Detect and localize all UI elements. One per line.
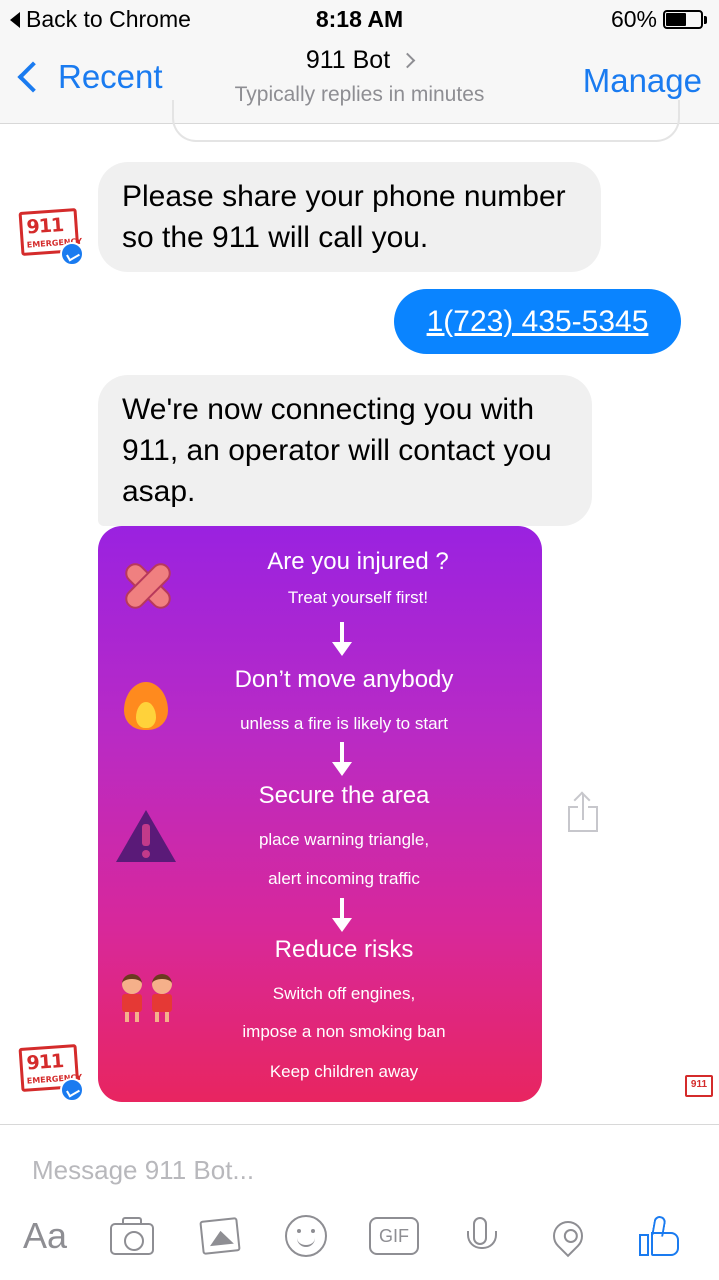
bot-avatar[interactable]: 911 EMERGENCY	[18, 1044, 84, 1102]
read-receipt-avatar: 911	[685, 1075, 713, 1097]
like-thumb-icon[interactable]	[636, 1213, 686, 1259]
step-heading: Reduce risks	[274, 936, 414, 963]
microphone-icon[interactable]	[462, 1213, 498, 1259]
message-input[interactable]	[32, 1155, 632, 1186]
gif-label: GIF	[369, 1217, 419, 1255]
battery-indicator: 60%	[611, 6, 707, 33]
step-text: Keep children away	[269, 1062, 419, 1081]
children-icon	[116, 974, 180, 1028]
battery-percent: 60%	[610, 6, 657, 32]
conversation-name: 911 Bot	[305, 46, 391, 74]
warning-triangle-icon	[116, 810, 176, 864]
bot-avatar[interactable]: 911 EMERGENCY	[18, 208, 84, 266]
step-text: alert incoming traffic	[268, 869, 420, 888]
messenger-badge-icon	[60, 1078, 84, 1102]
manage-button[interactable]: Manage	[583, 62, 702, 100]
camera-icon[interactable]	[108, 1213, 156, 1259]
emoji-icon[interactable]	[284, 1213, 328, 1259]
bot-message-bubble[interactable]: Please share your phone number so the 91…	[98, 162, 601, 272]
conversation-title: 911 Bot	[305, 46, 416, 75]
phone-number-link[interactable]: 1(723) 435-5345	[427, 305, 649, 338]
step-heading: Don’t move anybody	[234, 666, 454, 693]
step-text: Treat yourself first!	[287, 588, 429, 607]
step-heading: Are you injured ?	[267, 548, 449, 575]
status-bar: Back to Chrome 8:18 AM 60%	[0, 0, 719, 40]
step-text: place warning triangle,	[258, 830, 430, 849]
step-text: impose a non smoking ban	[242, 1022, 446, 1041]
chevron-right-icon	[399, 52, 416, 69]
user-message-bubble[interactable]: 1(723) 435-5345	[394, 289, 681, 354]
step-heading: Secure the area	[258, 782, 430, 809]
share-icon[interactable]	[566, 791, 600, 834]
down-arrow-icon	[332, 622, 352, 658]
down-arrow-icon	[332, 898, 352, 934]
down-arrow-icon	[332, 742, 352, 778]
location-pin-icon[interactable]	[546, 1213, 590, 1259]
battery-icon	[663, 10, 703, 29]
messenger-badge-icon	[60, 242, 84, 266]
step-text: Switch off engines,	[272, 984, 416, 1003]
bot-message-bubble[interactable]: We're now connecting you with 911, an op…	[98, 375, 592, 526]
bandage-icon	[120, 558, 176, 614]
gif-button[interactable]: GIF	[368, 1213, 420, 1259]
gallery-icon[interactable]	[198, 1213, 242, 1259]
message-composer: Aa GIF	[0, 1124, 719, 1280]
previous-card-edge	[172, 100, 680, 142]
fire-icon	[122, 676, 170, 732]
safety-instructions-card[interactable]: Are you injured ? Treat yourself first! …	[98, 526, 542, 1102]
text-format-button[interactable]: Aa	[20, 1213, 70, 1259]
step-text: unless a fire is likely to start	[240, 714, 448, 733]
